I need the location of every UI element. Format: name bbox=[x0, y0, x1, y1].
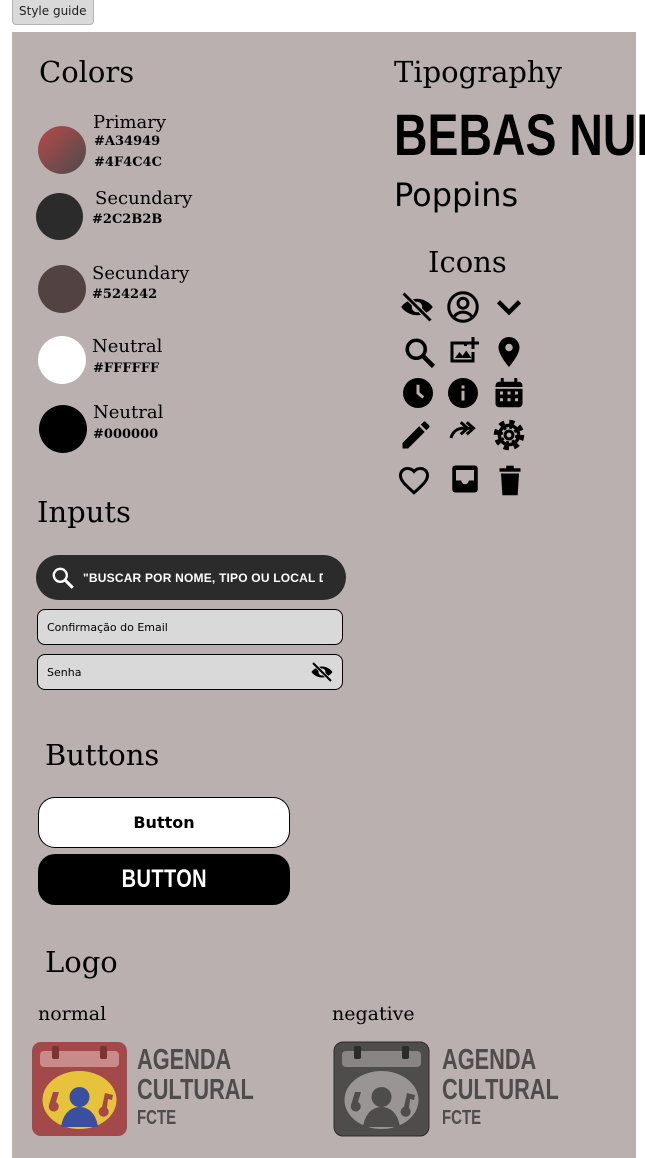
search-bar[interactable] bbox=[36, 555, 346, 600]
logo-negative-line2: CULTURAL bbox=[442, 1074, 559, 1106]
neutral-white-swatch bbox=[38, 336, 86, 384]
search-icon bbox=[50, 565, 76, 591]
search-icon bbox=[400, 333, 440, 373]
logo-normal-label: normal bbox=[38, 1003, 107, 1025]
secondary-dark-hex: #2C2B2B bbox=[92, 212, 163, 227]
secondary-brown-name: Secundary bbox=[92, 263, 190, 284]
email-field[interactable] bbox=[37, 609, 343, 645]
calendar-icon bbox=[489, 373, 529, 413]
eye-off-icon[interactable] bbox=[310, 660, 334, 684]
info-icon bbox=[443, 373, 483, 413]
logo-normal-emblem bbox=[31, 1041, 128, 1137]
logo-normal-line1: AGENDA bbox=[137, 1044, 232, 1076]
poppins-font-sample: Poppins bbox=[394, 176, 519, 214]
solid-button[interactable]: BUTTON bbox=[38, 854, 290, 905]
logo-negative-label: negative bbox=[332, 1003, 415, 1025]
logo-normal-line3: FCTE bbox=[137, 1107, 177, 1129]
pencil-icon bbox=[396, 415, 436, 455]
secondary-brown-swatch bbox=[38, 265, 86, 313]
search-input[interactable] bbox=[81, 569, 325, 586]
logo-negative-line3: FCTE bbox=[442, 1107, 482, 1129]
logo-negative-emblem bbox=[333, 1041, 430, 1137]
add-photo-icon bbox=[444, 332, 484, 372]
style-guide-board: Colors Primary #A34949 #4F4C4C Secundary… bbox=[12, 32, 645, 1158]
neutral-black-name: Neutral bbox=[93, 402, 164, 423]
secondary-brown-hex: #524242 bbox=[92, 287, 158, 302]
primary-swatch bbox=[38, 126, 86, 174]
share-icon bbox=[443, 412, 483, 452]
location-pin-icon bbox=[489, 332, 529, 372]
primary-hex-1: #A34949 bbox=[94, 134, 161, 149]
password-input[interactable] bbox=[45, 664, 299, 680]
outline-button[interactable]: Button bbox=[38, 797, 290, 848]
password-field[interactable] bbox=[37, 654, 343, 690]
heart-icon bbox=[394, 460, 434, 500]
neutral-black-hex: #000000 bbox=[93, 427, 159, 442]
neutral-black-swatch bbox=[39, 405, 87, 453]
bebas-font-sample: BEBAS NUE bbox=[394, 103, 645, 168]
secondary-dark-swatch bbox=[36, 193, 83, 240]
inputs-title: Inputs bbox=[37, 495, 131, 529]
style-guide-tab[interactable]: Style guide bbox=[12, 0, 94, 25]
trash-icon bbox=[490, 461, 530, 501]
solid-button-label: BUTTON bbox=[121, 865, 207, 893]
primary-name: Primary bbox=[93, 112, 167, 133]
clock-icon bbox=[398, 373, 438, 413]
icons-title: Icons bbox=[428, 245, 507, 279]
neutral-white-name: Neutral bbox=[92, 336, 163, 357]
buttons-title: Buttons bbox=[45, 738, 160, 772]
inbox-icon bbox=[445, 459, 485, 499]
neutral-white-hex: #FFFFFF bbox=[93, 361, 160, 376]
secondary-dark-name: Secundary bbox=[95, 188, 193, 209]
colors-title: Colors bbox=[39, 55, 135, 89]
typography-title: Tipography bbox=[394, 55, 562, 89]
eye-off-icon bbox=[397, 287, 437, 327]
logo-normal-line2: CULTURAL bbox=[137, 1074, 254, 1106]
chevron-down-icon bbox=[489, 287, 529, 327]
logo-negative-line1: AGENDA bbox=[442, 1044, 537, 1076]
logo-title: Logo bbox=[45, 945, 118, 979]
email-input[interactable] bbox=[45, 619, 299, 635]
account-circle-icon bbox=[443, 287, 483, 327]
gear-icon bbox=[489, 415, 529, 455]
primary-hex-2: #4F4C4C bbox=[94, 155, 162, 170]
